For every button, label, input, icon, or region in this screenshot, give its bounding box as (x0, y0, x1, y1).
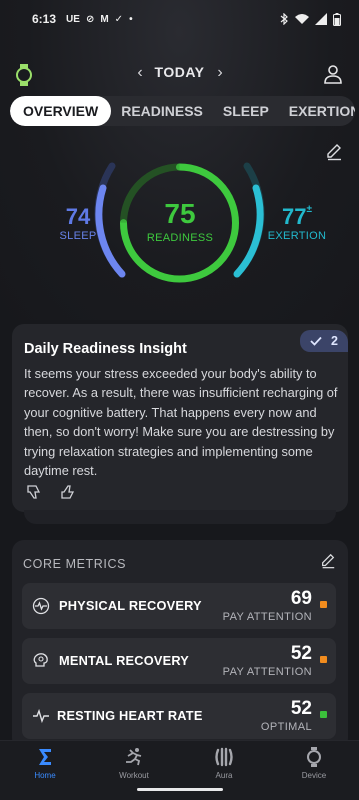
readiness-score-label: READINESS (146, 232, 214, 244)
signal-icon (315, 13, 327, 25)
readiness-score[interactable]: 75 READINESS (139, 198, 221, 244)
exertion-score-value: 77 (282, 204, 307, 229)
edit-metrics-icon[interactable] (320, 553, 336, 569)
ue-notification-icon: UE (66, 13, 80, 25)
thumbs-up-icon[interactable] (60, 484, 76, 500)
exertion-score[interactable]: 77± EXERTION (262, 204, 332, 242)
nav-aura-label: Aura (215, 771, 233, 780)
aura-icon (215, 747, 233, 767)
nav-workout[interactable]: Workout (99, 747, 169, 780)
core-metrics-title: CORE METRICS (23, 557, 127, 571)
insight-badge[interactable]: 2 (300, 330, 348, 352)
workout-icon (126, 748, 142, 766)
nav-device[interactable]: Device (279, 747, 349, 780)
insight-badge-count: 2 (331, 334, 338, 348)
heartbeat-icon (33, 708, 49, 724)
blocked-notification-icon: ⊘ (85, 13, 95, 25)
metric-status: PAY ATTENTION (222, 611, 312, 623)
metric-value: 52 (290, 698, 312, 719)
metric-name: MENTAL RECOVERY (59, 653, 190, 668)
sleep-score-value: 74 (65, 204, 91, 229)
nav-aura[interactable]: Aura (189, 747, 259, 780)
pulse-icon (32, 597, 50, 615)
thumbs-down-icon[interactable] (26, 484, 42, 500)
exertion-score-suffix: ± (306, 204, 312, 215)
insight-text: It seems your stress exceeded your body'… (24, 366, 338, 479)
edit-overview-icon[interactable] (325, 143, 343, 161)
home-sigma-icon (39, 749, 51, 765)
core-metrics-card: CORE METRICS PHYSICAL RECOVERY 69 PAY AT… (12, 540, 348, 750)
status-dot (320, 601, 327, 608)
section-tabs: OVERVIEW READINESS SLEEP EXERTION (10, 96, 355, 126)
check-icon (310, 336, 322, 346)
profile-icon[interactable] (323, 64, 343, 84)
readiness-score-value: 75 (164, 198, 196, 229)
nav-home[interactable]: Home (10, 747, 80, 780)
home-indicator[interactable] (137, 788, 223, 791)
status-time: 6:13 (32, 12, 57, 26)
notification-icons: UE ⊘ M ✓ • (66, 14, 133, 25)
insight-stack-shadow (24, 510, 336, 524)
battery-icon (333, 12, 341, 26)
metric-mental-recovery[interactable]: MENTAL RECOVERY 52 PAY ATTENTION (22, 638, 336, 684)
more-notifications-icon: • (129, 13, 133, 25)
daily-insight-card[interactable]: 2 Daily Readiness Insight It seems your … (12, 324, 348, 512)
exertion-score-row: 77± (262, 204, 332, 230)
status-dot (320, 656, 327, 663)
date-label: TODAY (154, 64, 205, 80)
metric-physical-recovery[interactable]: PHYSICAL RECOVERY 69 PAY ATTENTION (22, 583, 336, 629)
brain-icon (33, 653, 48, 667)
exertion-score-label: EXERTION (267, 230, 327, 242)
wifi-icon (295, 14, 309, 24)
score-rings: 74 SLEEP 75 READINESS 77± EXERTION (0, 160, 359, 290)
nav-device-label: Device (301, 771, 327, 780)
gmail-notification-icon: M (100, 13, 109, 25)
nav-home-label: Home (34, 771, 56, 780)
check-notification-icon: ✓ (114, 13, 124, 25)
tab-sleep[interactable]: SLEEP (213, 96, 279, 126)
system-icons (279, 12, 341, 26)
feedback-buttons (26, 484, 76, 500)
insight-title: Daily Readiness Insight (24, 341, 187, 357)
metric-name: PHYSICAL RECOVERY (59, 598, 202, 613)
device-icon (307, 747, 321, 767)
status-bar: 6:13 UE ⊘ M ✓ • (0, 0, 359, 38)
bluetooth-icon (280, 13, 288, 25)
next-day-button[interactable]: › (212, 64, 228, 82)
sleep-score[interactable]: 74 SLEEP (50, 204, 106, 242)
metric-status: PAY ATTENTION (222, 666, 312, 678)
bottom-navigation: Home Workout Aura Device (0, 740, 359, 800)
tab-exertion[interactable]: EXERTION (279, 96, 355, 126)
sleep-score-label: SLEEP (59, 230, 97, 242)
metric-value: 52 (290, 643, 312, 664)
metric-name: RESTING HEART RATE (57, 708, 203, 723)
nav-workout-label: Workout (119, 771, 149, 780)
tab-overview[interactable]: OVERVIEW (10, 96, 112, 126)
metric-status: OPTIMAL (260, 721, 312, 733)
metric-resting-heart-rate[interactable]: RESTING HEART RATE 52 OPTIMAL (22, 693, 336, 739)
top-header: ‹ TODAY › (0, 58, 359, 92)
tab-readiness[interactable]: READINESS (111, 96, 213, 126)
metric-value: 69 (290, 588, 312, 609)
status-dot (320, 711, 327, 718)
